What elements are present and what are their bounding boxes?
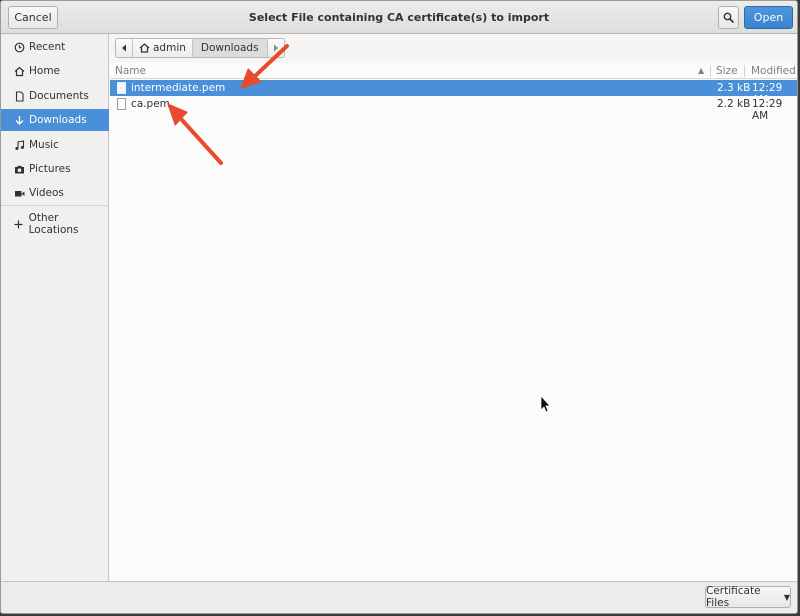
chevron-right-icon	[273, 44, 278, 52]
file-name: intermediate.pem	[131, 82, 226, 94]
camera-icon	[13, 163, 25, 175]
sidebar-item-other-locations[interactable]: Other Locations	[1, 212, 109, 236]
column-header-name[interactable]: Name	[115, 65, 146, 77]
open-button[interactable]: Open	[744, 6, 793, 29]
video-icon	[13, 187, 25, 199]
sidebar-item-label: Videos	[29, 187, 64, 199]
column-separator	[744, 65, 745, 77]
magnifier-icon	[723, 12, 734, 23]
sidebar-item-downloads[interactable]: Downloads	[1, 109, 109, 131]
path-segment-admin[interactable]: admin	[133, 39, 193, 57]
bottom-bar: Certificate Files ▼	[1, 581, 797, 613]
sidebar-item-label: Downloads	[29, 114, 87, 126]
sidebar-item-label: Music	[29, 139, 59, 151]
file-chooser-dialog: Cancel Select File containing CA certifi…	[0, 0, 798, 614]
sidebar-item-videos[interactable]: Videos	[1, 182, 109, 204]
sidebar-item-label: Documents	[29, 90, 89, 102]
chevron-left-icon	[122, 44, 126, 52]
music-icon	[13, 139, 25, 151]
column-header-row: Name ▲ Size Modified	[110, 63, 797, 79]
filter-label: Certificate Files	[706, 585, 761, 609]
file-icon	[117, 98, 126, 110]
file-size: 2.3 kB	[717, 82, 751, 94]
dialog-title: Select File containing CA certificate(s)…	[248, 11, 550, 24]
file-size: 2.2 kB	[717, 98, 751, 110]
home-icon	[13, 65, 25, 77]
file-icon	[117, 82, 126, 94]
sidebar-item-music[interactable]: Music	[1, 134, 109, 156]
caret-down-icon: ▼	[783, 592, 790, 602]
sidebar-item-home[interactable]: Home	[1, 60, 109, 82]
path-forward-button[interactable]	[268, 39, 284, 57]
path-back-button[interactable]	[116, 39, 133, 57]
path-segment-downloads[interactable]: Downloads	[192, 39, 268, 57]
document-icon	[13, 90, 25, 102]
sidebar-item-label: Recent	[29, 41, 66, 53]
cancel-button[interactable]: Cancel	[8, 6, 58, 29]
sidebar-item-label: Other Locations	[28, 212, 79, 236]
header-bar: Cancel Select File containing CA certifi…	[1, 1, 797, 34]
column-separator	[710, 65, 711, 77]
sidebar-item-pictures[interactable]: Pictures	[1, 158, 109, 180]
path-bar: admin Downloads	[115, 38, 285, 58]
file-name: ca.pem	[131, 98, 170, 110]
sidebar-item-recent[interactable]: Recent	[1, 36, 109, 58]
file-row-intermediate-pem[interactable]: intermediate.pem 2.3 kB 12:29 AM	[110, 80, 797, 106]
sidebar-separator	[1, 205, 109, 206]
sidebar-item-label: Home	[29, 65, 61, 77]
sidebar-item-label: Pictures	[29, 163, 71, 175]
path-segment-label: Downloads	[200, 42, 259, 54]
file-modified: 12:29 AM	[752, 98, 783, 122]
download-icon	[13, 114, 25, 126]
path-segment-label: admin	[153, 42, 186, 54]
sidebar-item-documents[interactable]: Documents	[1, 85, 109, 107]
sort-ascending-icon: ▲	[698, 66, 705, 75]
places-sidebar: Recent Home Documents Downloads Music Pi…	[1, 34, 109, 581]
home-icon	[139, 43, 150, 53]
file-row-ca-pem[interactable]: ca.pem 2.2 kB 12:29 AM	[110, 96, 797, 122]
plus-icon	[13, 218, 25, 230]
column-header-size[interactable]: Size	[716, 65, 738, 77]
file-type-filter-dropdown[interactable]: Certificate Files ▼	[705, 585, 791, 609]
file-list: Name ▲ Size Modified intermediate.pem 2.…	[110, 63, 797, 581]
clock-icon	[13, 41, 25, 53]
column-header-modified[interactable]: Modified	[751, 65, 796, 77]
search-button[interactable]	[718, 6, 739, 29]
